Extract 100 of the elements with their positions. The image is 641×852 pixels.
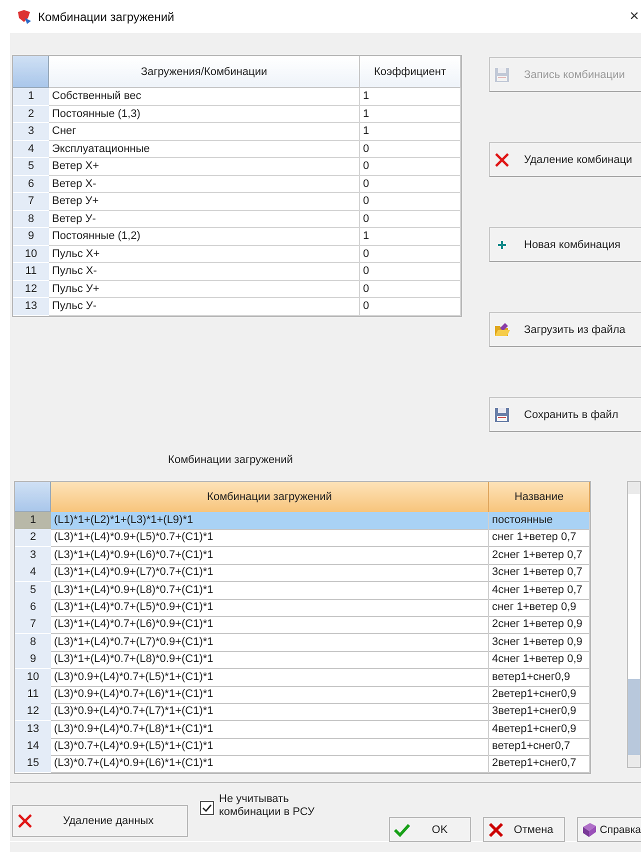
- table-row[interactable]: 14 (L3)*0.7+(L4)*0.9+(L5)*1+(C1)*1 ветер1+снег0,7: [15, 738, 590, 756]
- close-button[interactable]: ×: [628, 8, 641, 26]
- row-number: 1: [15, 512, 51, 530]
- table-cell: Ветер Х-: [49, 176, 360, 193]
- table-cell: снег 1+ветер 0,9: [489, 598, 590, 617]
- row-number: 9: [13, 228, 49, 246]
- table-row[interactable]: 3 (L3)*1+(L4)*0.9+(L6)*0.7+(C1)*1 2снег 1+ветер 0,7: [15, 546, 590, 564]
- row-number: 4: [13, 140, 49, 158]
- side-button[interactable]: Новая комбинация: [489, 227, 641, 262]
- row-number: 7: [15, 616, 51, 634]
- table-corner[interactable]: [15, 482, 51, 512]
- table-cell: (L1)*1+(L2)*1+(L3)*1+(L9)*1: [51, 512, 489, 530]
- table-cell: (L3)*1+(L4)*0.7+(L5)*0.9+(C1)*1: [51, 598, 489, 617]
- column-header[interactable]: Комбинации загружений: [51, 482, 489, 512]
- scrollbar[interactable]: [627, 481, 641, 768]
- table-row[interactable]: 4 (L3)*1+(L4)*0.9+(L7)*0.7+(C1)*1 3снег 1+ветер 0,7: [15, 564, 590, 582]
- row-number: 8: [13, 210, 49, 228]
- row-number: 5: [13, 158, 49, 176]
- delete-data-button[interactable]: Удаление данных: [12, 805, 188, 837]
- table-row[interactable]: 11 (L3)*0.9+(L4)*0.7+(L6)*1+(C1)*1 2ветер1+снег0,9: [15, 686, 590, 704]
- row-number: 4: [15, 564, 51, 582]
- row-number: 5: [15, 582, 51, 600]
- table-cell: 0: [360, 158, 461, 176]
- cross-icon: [17, 813, 33, 829]
- table-cell: (L3)*0.9+(L4)*0.7+(L8)*1+(C1)*1: [51, 720, 489, 739]
- row-number: 6: [15, 598, 51, 617]
- row-number: 8: [15, 634, 51, 652]
- cancel-button[interactable]: Отмена: [482, 817, 565, 842]
- table-row[interactable]: 15 (L3)*0.7+(L4)*0.9+(L6)*1+(C1)*1 2ветер1+снег0,7: [15, 755, 590, 773]
- row-number: 10: [13, 246, 49, 263]
- table-cell: (L3)*0.7+(L4)*0.9+(L6)*1+(C1)*1: [51, 755, 489, 774]
- window-title: Комбинации загружений: [38, 10, 176, 24]
- table-row[interactable]: 2 (L3)*1+(L4)*0.9+(L5)*0.7+(C1)*1 снег 1+ветер 0,7: [15, 529, 590, 547]
- table-cell: 1: [360, 106, 461, 123]
- table-corner[interactable]: [13, 56, 49, 88]
- table-cell: (L3)*0.9+(L4)*0.7+(L7)*1+(C1)*1: [51, 703, 489, 722]
- table-cell: (L3)*1+(L4)*0.9+(L7)*0.7+(C1)*1: [51, 564, 489, 582]
- table-cell: 2ветер1+снег0,9: [489, 686, 590, 704]
- table-cell: Постоянные (1,3): [49, 106, 360, 123]
- cross-icon: [488, 822, 504, 838]
- table-cell: 2ветер1+снег0,7: [489, 755, 590, 774]
- table-row[interactable]: 8 (L3)*1+(L4)*0.7+(L7)*0.9+(C1)*1 3снег 1+ветер 0,9: [15, 634, 590, 652]
- row-number: 13: [13, 298, 49, 316]
- row-number: 3: [13, 123, 49, 140]
- table-row[interactable]: 1 (L1)*1+(L2)*1+(L3)*1+(L9)*1 постоянные: [15, 512, 590, 530]
- column-header[interactable]: Загружения/Комбинации: [49, 56, 360, 88]
- table-cell: (L3)*1+(L4)*0.9+(L5)*0.7+(C1)*1: [51, 529, 489, 548]
- table-cell: (L3)*0.7+(L4)*0.9+(L5)*1+(C1)*1: [51, 738, 489, 756]
- row-number: 6: [13, 176, 49, 193]
- table-cell: Ветер Х+: [49, 158, 360, 176]
- column-header[interactable]: Название: [489, 482, 590, 512]
- table-cell: 3снег 1+ветер 0,7: [489, 564, 590, 582]
- row-number: 12: [13, 280, 49, 298]
- column-header[interactable]: Коэффициент: [360, 56, 461, 88]
- table-cell: Пульс Х+: [49, 246, 360, 263]
- table-cell: 0: [360, 298, 461, 316]
- row-number: 11: [15, 686, 51, 704]
- table-row[interactable]: 6 (L3)*1+(L4)*0.7+(L5)*0.9+(C1)*1 снег 1+ветер 0,9: [15, 598, 590, 616]
- table-cell: 1: [360, 123, 461, 140]
- row-number: 9: [15, 651, 51, 670]
- table-cell: 3ветер1+снег0,9: [489, 703, 590, 722]
- table-cell: (L3)*1+(L4)*0.7+(L8)*0.9+(C1)*1: [51, 651, 489, 670]
- table-cell: (L3)*1+(L4)*0.7+(L7)*0.9+(C1)*1: [51, 634, 489, 652]
- cross-icon: [494, 152, 510, 168]
- row-number: 15: [15, 755, 51, 774]
- table-cell: ветер1+снег0,7: [489, 738, 590, 756]
- table-cell: 0: [360, 140, 461, 158]
- table-cell: Постоянные (1,2): [49, 228, 360, 246]
- table-cell: 1: [360, 228, 461, 246]
- table-cell: (L3)*0.9+(L4)*0.7+(L5)*1+(C1)*1: [51, 668, 489, 687]
- table-cell: 4ветер1+снег0,9: [489, 720, 590, 739]
- floppy-icon: [494, 66, 510, 82]
- checkbox[interactable]: [200, 801, 214, 815]
- floppy-icon: [494, 406, 510, 422]
- table-cell: 3снег 1+ветер 0,9: [489, 634, 590, 652]
- table-row[interactable]: 7 (L3)*1+(L4)*0.7+(L6)*0.9+(C1)*1 2снег 1+ветер 0,9: [15, 616, 590, 634]
- help-button[interactable]: Справка: [576, 817, 641, 842]
- table-cell: 4снег 1+ветер 0,7: [489, 582, 590, 600]
- row-number: 13: [15, 720, 51, 739]
- ok-button[interactable]: OK: [388, 817, 471, 842]
- table-cell: ветер1+снег0,9: [489, 668, 590, 687]
- table-cell: Ветер У-: [49, 210, 360, 228]
- row-number: 12: [15, 703, 51, 722]
- side-button[interactable]: Сохранить в файл: [489, 397, 641, 432]
- table-cell: (L3)*1+(L4)*0.7+(L6)*0.9+(C1)*1: [51, 616, 489, 634]
- table-row[interactable]: 12 (L3)*0.9+(L4)*0.7+(L7)*1+(C1)*1 3ветер1+снег0,9: [15, 703, 590, 721]
- table-cell: постоянные: [489, 512, 590, 530]
- table-row[interactable]: 5 (L3)*1+(L4)*0.9+(L8)*0.7+(C1)*1 4снег 1+ветер 0,7: [15, 582, 590, 599]
- folder-icon: [494, 322, 510, 338]
- table-cell: 2снег 1+ветер 0,9: [489, 616, 590, 634]
- table-row[interactable]: 10 (L3)*0.9+(L4)*0.7+(L5)*1+(C1)*1 ветер1+снег0,9: [15, 668, 590, 686]
- table-cell: Собственный вес: [49, 88, 360, 106]
- side-button[interactable]: Загрузить из файла: [489, 312, 641, 347]
- side-button[interactable]: Удаление комбинаци: [489, 142, 641, 177]
- table-cell: 0: [360, 263, 461, 280]
- table-cell: 0: [360, 210, 461, 228]
- row-number: 2: [13, 106, 49, 123]
- table-row[interactable]: 9 (L3)*1+(L4)*0.7+(L8)*0.9+(C1)*1 4снег 1+ветер 0,9: [15, 651, 590, 669]
- row-number: 10: [15, 668, 51, 687]
- table-row[interactable]: 13 (L3)*0.9+(L4)*0.7+(L8)*1+(C1)*1 4ветер1+снег0,9: [15, 720, 590, 738]
